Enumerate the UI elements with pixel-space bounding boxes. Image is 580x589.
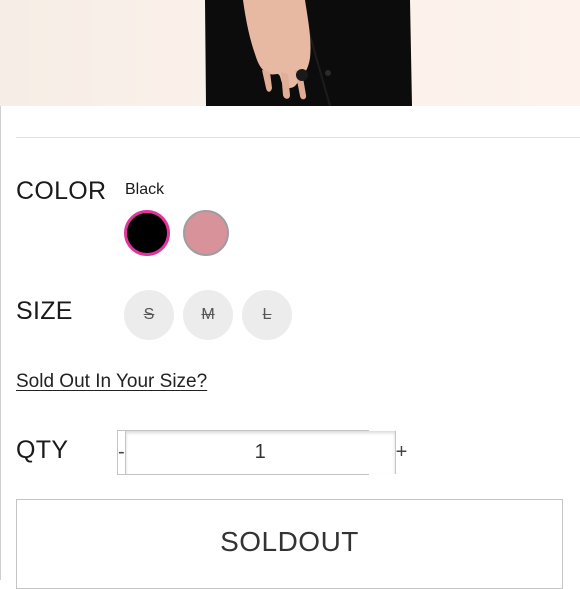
color-swatch-pink[interactable] <box>183 210 229 256</box>
selected-color-name: Black <box>125 181 165 198</box>
qty-increment-button[interactable]: + <box>394 431 407 474</box>
size-option-m[interactable]: M <box>183 290 233 340</box>
sold-out-in-your-size-link[interactable]: Sold Out In Your Size? <box>16 371 207 393</box>
size-option-s[interactable]: S <box>124 290 174 340</box>
size-option-l[interactable]: L <box>242 290 292 340</box>
qty-label: QTY <box>16 436 69 464</box>
section-divider <box>16 137 580 138</box>
product-image <box>0 0 580 106</box>
size-label: SIZE <box>16 297 73 325</box>
qty-decrement-button[interactable]: - <box>118 431 126 474</box>
model-photo <box>205 0 412 106</box>
color-swatch-black[interactable] <box>124 210 170 256</box>
soldout-button[interactable]: SOLDOUT <box>16 499 563 589</box>
color-label: COLOR <box>16 177 107 205</box>
qty-input[interactable] <box>125 431 395 474</box>
quantity-stepper: - + <box>117 430 407 475</box>
